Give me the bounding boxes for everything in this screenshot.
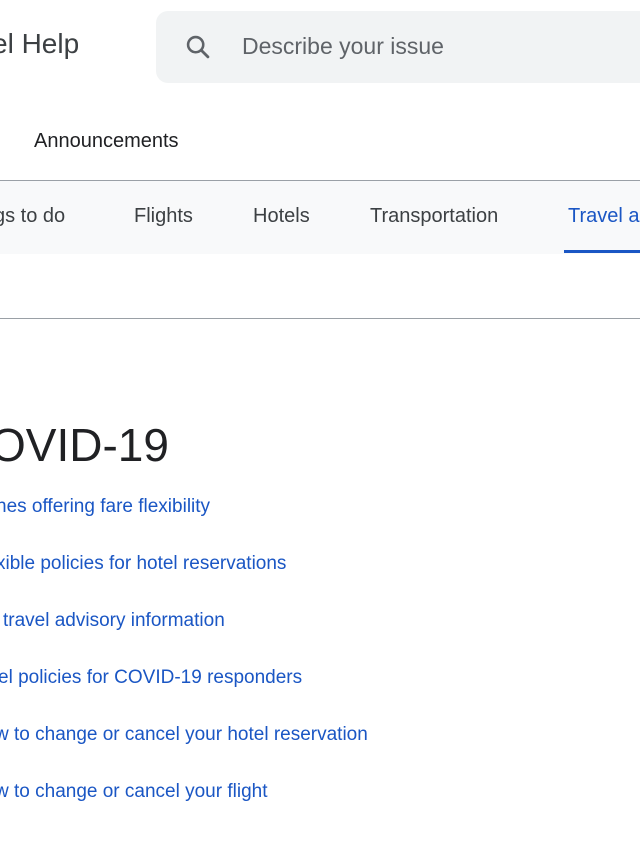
article-link-travel-advisory[interactable]: travel advisory information [3,610,225,632]
category-tab-hotels[interactable]: Hotels [253,205,310,228]
category-tab-travel-advisories[interactable]: Travel a [568,205,640,228]
tab-announcements[interactable]: Announcements [34,130,179,153]
category-tab-transportation[interactable]: Transportation [370,205,498,228]
section-title: OVID-19 [0,419,169,471]
help-page: el Help Describe your issue Announcement… [0,0,640,853]
divider [0,318,640,319]
category-tab-things-to-do[interactable]: gs to do [0,205,65,228]
app-title[interactable]: el Help [0,28,79,60]
article-link-fare-flexibility[interactable]: nes offering fare flexibility [0,496,210,518]
search-icon[interactable] [184,33,212,61]
article-link-change-hotel-reservation[interactable]: w to change or cancel your hotel reserva… [0,724,368,746]
category-nav: gs to do Flights Hotels Transportation T… [0,181,640,254]
category-tab-flights[interactable]: Flights [134,205,193,228]
article-link-hotel-policies[interactable]: xible policies for hotel reservations [0,553,286,575]
article-link-responder-policies[interactable]: el policies for COVID-19 responders [0,667,302,689]
search-input[interactable]: Describe your issue [242,33,444,60]
search-box[interactable]: Describe your issue [156,11,640,83]
article-link-change-flight[interactable]: w to change or cancel your flight [0,781,268,803]
active-tab-indicator [564,250,640,253]
